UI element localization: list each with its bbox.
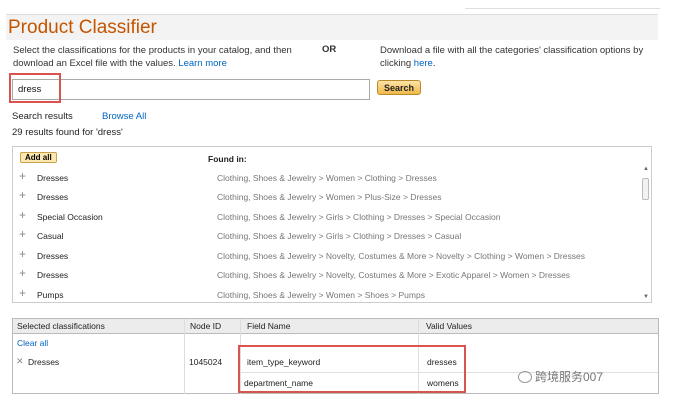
valid-value-womens: womens xyxy=(427,378,459,388)
result-path: Clothing, Shoes & Jewelry > Women > Clot… xyxy=(217,173,437,183)
header-selected-classifications: Selected classifications xyxy=(17,321,105,331)
column-divider xyxy=(418,319,419,394)
scroll-thumb[interactable] xyxy=(642,178,649,200)
search-button[interactable]: Search xyxy=(377,80,421,95)
intro-left-text: Select the classifications for the produ… xyxy=(13,45,292,69)
browse-all-link[interactable]: Browse All xyxy=(102,111,146,122)
plus-icon[interactable]: + xyxy=(19,228,26,240)
intro-text-right: Download a file with all the categories'… xyxy=(380,44,660,70)
result-name: Pumps xyxy=(37,290,64,300)
clear-all-link[interactable]: Clear all xyxy=(17,338,48,348)
watermark-text: 跨境服务007 xyxy=(535,370,604,384)
result-path: Clothing, Shoes & Jewelry > Novelty, Cos… xyxy=(217,251,585,261)
result-row: + Dresses Clothing, Shoes & Jewelry > No… xyxy=(13,248,638,267)
header-valid-values: Valid Values xyxy=(426,321,472,331)
results-count: 29 results found for 'dress' xyxy=(12,127,123,138)
add-all-button[interactable]: Add all xyxy=(20,152,57,163)
results-panel: Add all Found in: + Dresses Clothing, Sh… xyxy=(12,146,652,303)
result-path: Clothing, Shoes & Jewelry > Women > Plus… xyxy=(217,192,442,202)
result-name: Special Occasion xyxy=(37,212,103,222)
wechat-icon xyxy=(518,371,532,383)
result-name: Dresses xyxy=(37,192,69,202)
selected-item-name: Dresses xyxy=(28,357,60,367)
page-title: Product Classifier xyxy=(6,14,658,40)
scroll-up-icon[interactable]: ▲ xyxy=(642,166,650,172)
or-separator: OR xyxy=(322,44,337,55)
result-path: Clothing, Shoes & Jewelry > Girls > Clot… xyxy=(217,212,501,222)
result-row: + Special Occasion Clothing, Shoes & Jew… xyxy=(13,209,638,228)
plus-icon[interactable]: + xyxy=(19,287,26,299)
intro-right-period: . xyxy=(432,58,436,69)
found-in-header: Found in: xyxy=(208,154,247,164)
result-row: + Casual Clothing, Shoes & Jewelry > Gir… xyxy=(13,228,638,247)
learn-more-link[interactable]: Learn more xyxy=(178,58,227,69)
result-row: + Dresses Clothing, Shoes & Jewelry > Wo… xyxy=(13,170,638,189)
field-name-item-type-keyword: item_type_keyword xyxy=(247,357,321,367)
column-divider xyxy=(184,319,185,394)
result-row: + Dresses Clothing, Shoes & Jewelry > Wo… xyxy=(13,189,638,208)
top-divider xyxy=(465,8,660,9)
plus-icon[interactable]: + xyxy=(19,248,26,260)
watermark: 跨境服务007 xyxy=(518,368,603,385)
result-path: Clothing, Shoes & Jewelry > Novelty, Cos… xyxy=(217,270,571,280)
download-here-link[interactable]: here xyxy=(414,58,433,69)
column-divider xyxy=(240,319,241,394)
result-name: Casual xyxy=(37,231,64,241)
valid-value-dresses: dresses xyxy=(427,357,457,367)
search-results-label: Search results xyxy=(12,111,73,122)
search-input[interactable] xyxy=(12,79,370,100)
selected-table-header: Selected classifications Node ID Field N… xyxy=(13,319,658,334)
selected-node-id: 1045024 xyxy=(189,357,223,367)
header-field-name: Field Name xyxy=(247,321,291,331)
result-name: Dresses xyxy=(37,173,69,183)
plus-icon[interactable]: + xyxy=(19,267,26,279)
plus-icon[interactable]: + xyxy=(19,189,26,201)
scroll-down-icon[interactable]: ▼ xyxy=(642,294,650,300)
result-name: Dresses xyxy=(37,270,69,280)
close-icon[interactable]: ✕ xyxy=(16,356,24,367)
results-scrollbar[interactable]: ▲ ▼ xyxy=(641,148,651,301)
field-name-department-name: department_name xyxy=(244,378,313,388)
result-path: Clothing, Shoes & Jewelry > Girls > Clot… xyxy=(217,231,462,241)
plus-icon[interactable]: + xyxy=(19,209,26,221)
result-row: + Dresses Clothing, Shoes & Jewelry > No… xyxy=(13,267,638,286)
result-path: Clothing, Shoes & Jewelry > Women > Shoe… xyxy=(217,290,425,300)
result-row: + Pumps Clothing, Shoes & Jewelry > Wome… xyxy=(13,287,638,302)
header-node-id: Node ID xyxy=(190,321,222,331)
intro-text-left: Select the classifications for the produ… xyxy=(13,44,303,70)
result-name: Dresses xyxy=(37,251,69,261)
plus-icon[interactable]: + xyxy=(19,170,26,182)
